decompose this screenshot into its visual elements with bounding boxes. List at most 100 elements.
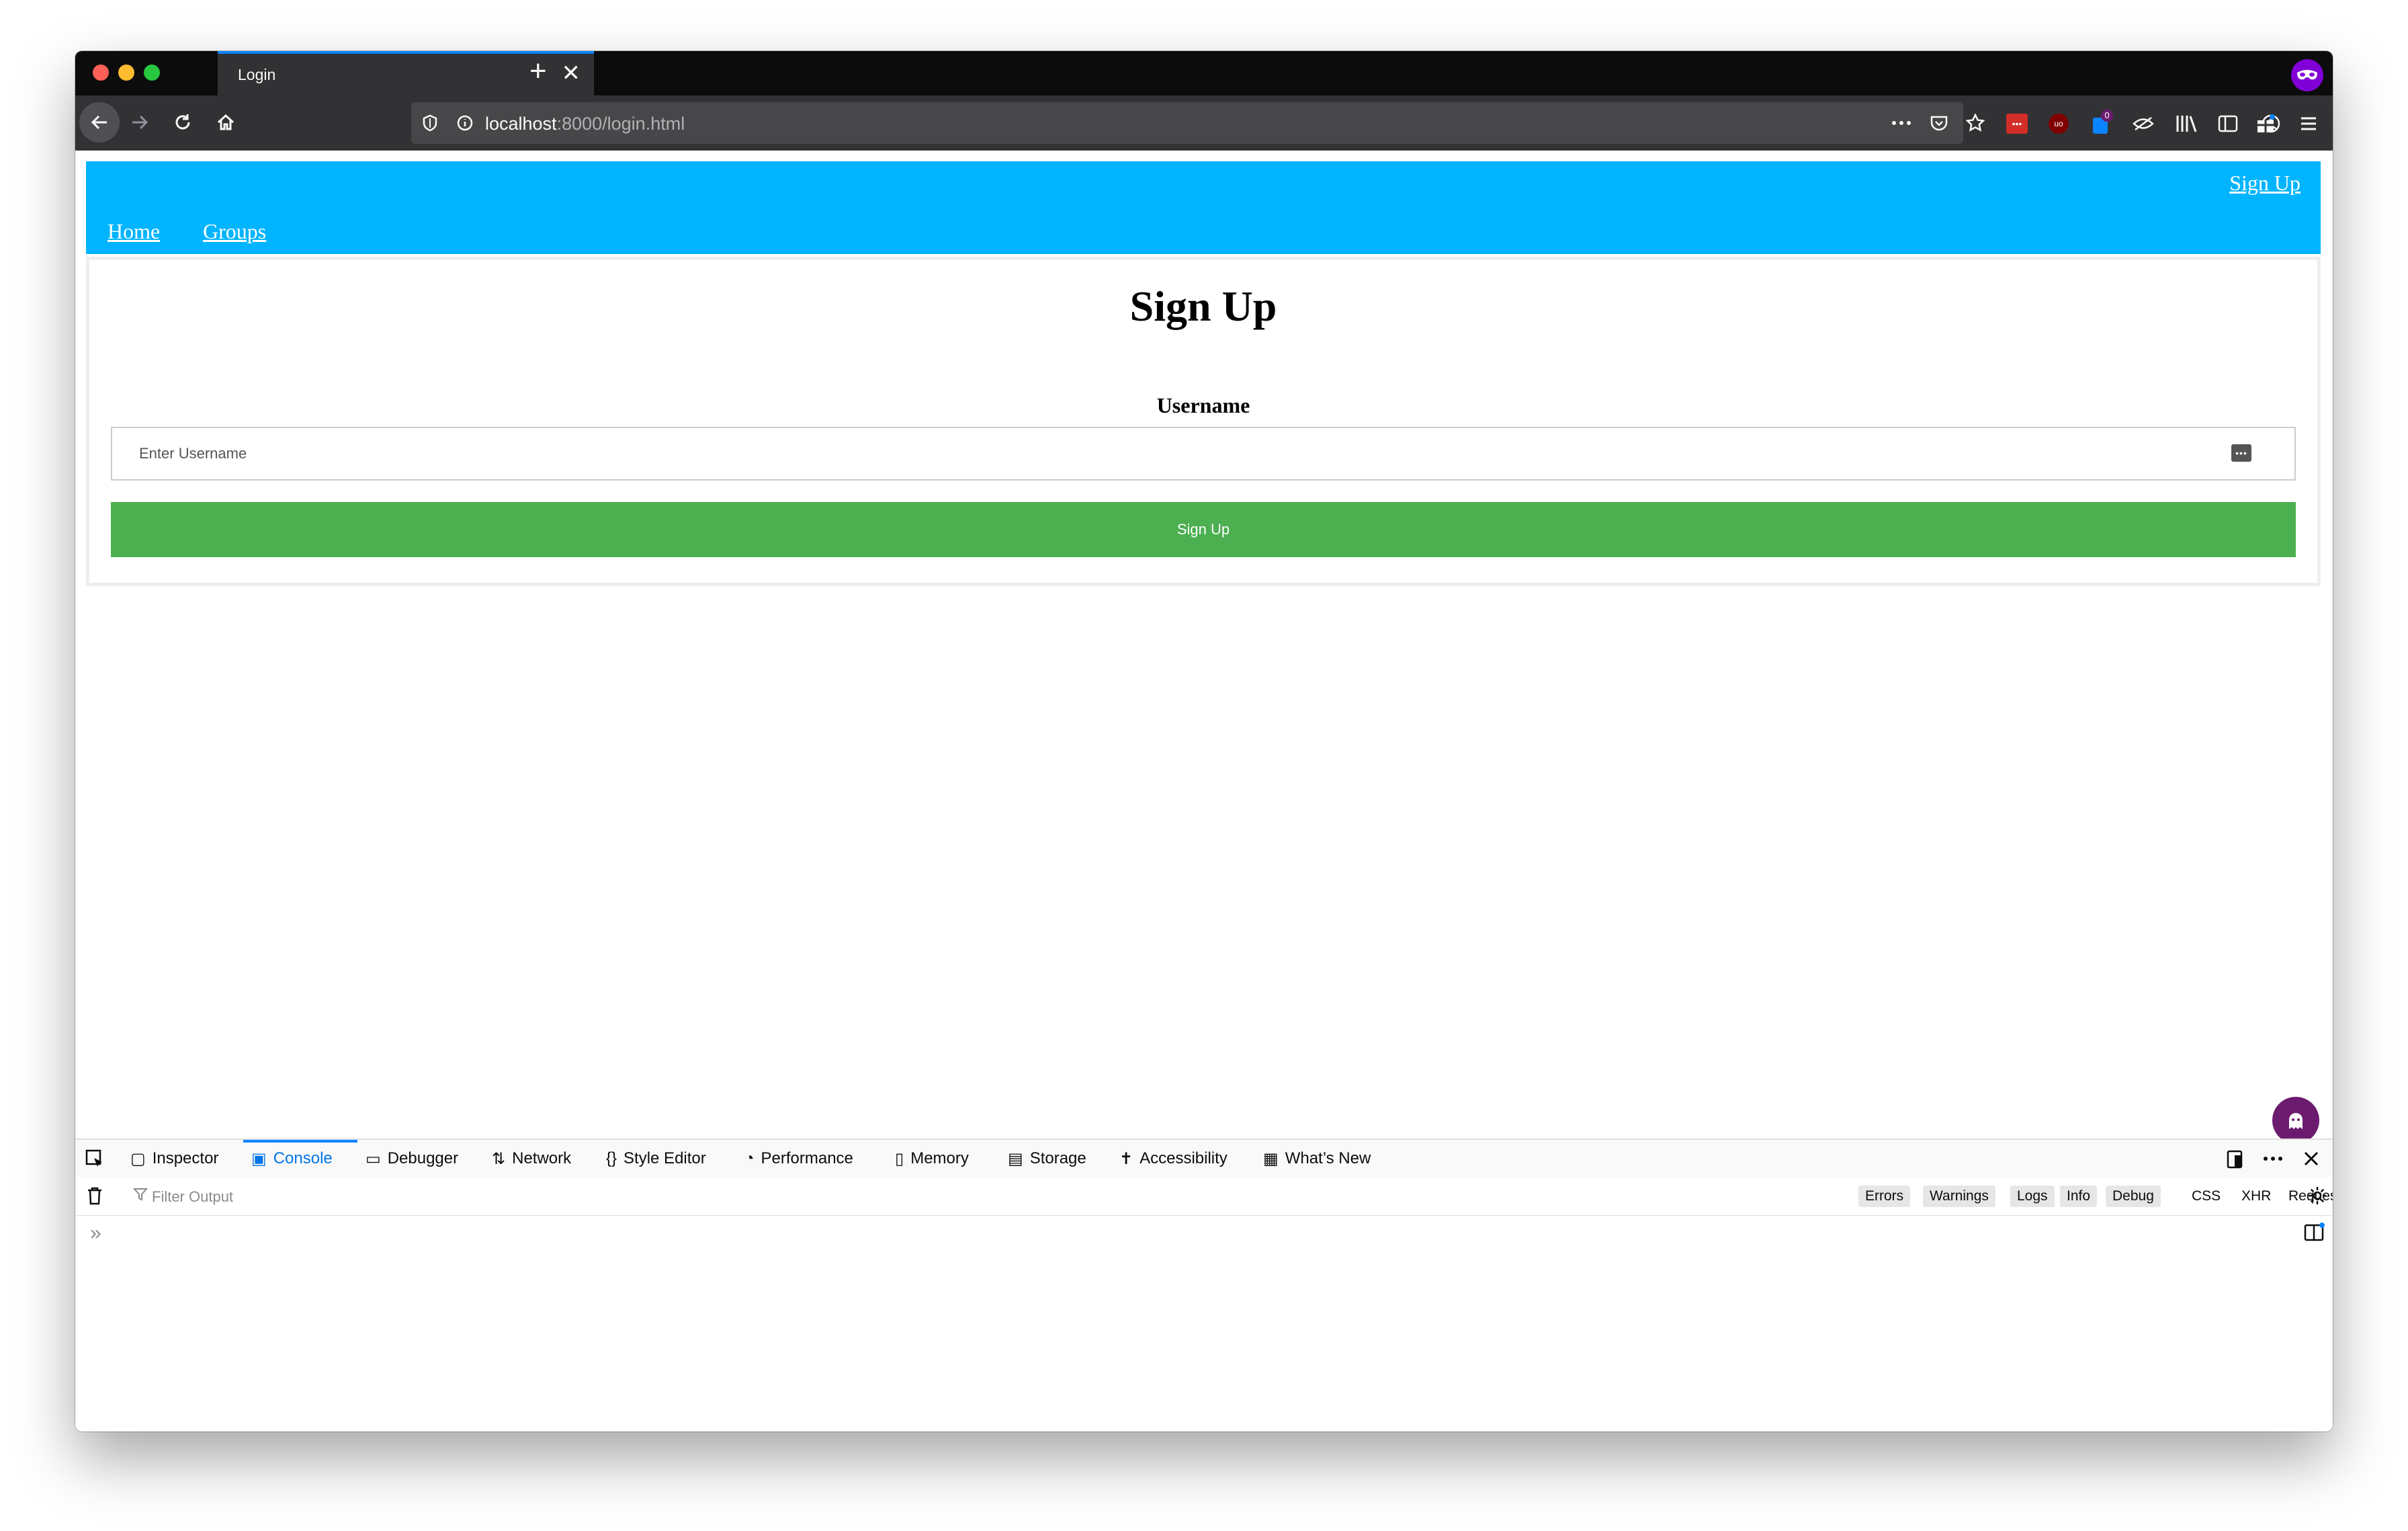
username-input[interactable] xyxy=(112,428,2294,479)
console-settings-button[interactable] xyxy=(2307,1186,2327,1206)
debugger-icon: ▭ xyxy=(366,1149,381,1168)
tab-label: What’s New xyxy=(1285,1149,1371,1167)
filter-debug[interactable]: Debug xyxy=(2106,1186,2161,1207)
tab-close-icon[interactable]: ✕ xyxy=(562,62,581,85)
home-button[interactable] xyxy=(206,102,246,142)
tab-label: Memory xyxy=(910,1149,969,1167)
network-icon: ⇅ xyxy=(492,1149,506,1168)
tab-console[interactable]: ▣ Console xyxy=(251,1140,333,1177)
trash-icon xyxy=(88,1187,101,1205)
element-picker-button[interactable] xyxy=(85,1140,105,1177)
sidebar-toggle-icon[interactable] xyxy=(2216,112,2240,136)
tab-label: Console xyxy=(273,1149,333,1167)
nav-signup-link[interactable]: Sign Up xyxy=(2229,171,2300,196)
gift-icon: ▦ xyxy=(1263,1149,1279,1168)
filter-errors[interactable]: Errors xyxy=(1858,1186,1911,1207)
tab-label: Debugger xyxy=(387,1149,459,1167)
filter-css[interactable]: CSS xyxy=(2185,1186,2227,1207)
editor-mode-icon xyxy=(2304,1223,2325,1241)
reload-button[interactable] xyxy=(163,102,203,142)
tab-memory[interactable]: ▯ Memory xyxy=(895,1140,969,1177)
browser-window: Login ✕ + localhost:8000/login.html ••• … xyxy=(75,51,2333,1432)
tab-title: Login xyxy=(238,66,276,83)
minimize-window-button[interactable] xyxy=(118,65,134,81)
extension-badge-count: 0 xyxy=(2101,110,2113,122)
tab-debugger[interactable]: ▭ Debugger xyxy=(366,1140,458,1177)
filter-icon xyxy=(133,1187,148,1202)
filter-output-input[interactable]: Filter Output xyxy=(152,1188,233,1206)
tab-label: Storage xyxy=(1029,1149,1086,1167)
filter-warnings[interactable]: Warnings xyxy=(1923,1186,1995,1207)
forward-arrow-icon xyxy=(132,115,148,130)
tab-inspector[interactable]: ▢ Inspector xyxy=(130,1140,218,1177)
url-text: localhost:8000/login.html xyxy=(485,114,685,134)
tab-strip: Login ✕ + xyxy=(75,51,2333,95)
memory-icon: ▯ xyxy=(895,1149,904,1168)
ghost-extension-icon[interactable] xyxy=(2272,1097,2319,1144)
devtools-tabbar: ▢ Inspector ▣ Console ▭ Debugger ⇅ Network {… xyxy=(75,1140,2333,1178)
navigation-toolbar: localhost:8000/login.html ••• uo 0 xyxy=(75,95,2333,151)
performance-icon: ◔ xyxy=(744,1149,755,1167)
tab-whats-new[interactable]: ▦ What’s New xyxy=(1263,1140,1371,1177)
devtools-close-button[interactable] xyxy=(2303,1140,2319,1177)
tab-performance[interactable]: ◔ Performance xyxy=(744,1140,853,1177)
hamburger-menu-icon[interactable] xyxy=(2296,112,2321,136)
filter-info[interactable]: Info xyxy=(2060,1186,2098,1207)
close-icon xyxy=(2304,1151,2319,1166)
nav-home-link[interactable]: Home xyxy=(108,219,160,244)
reload-icon xyxy=(175,114,190,130)
console-output[interactable]: » xyxy=(75,1215,2333,1432)
password-manager-icon[interactable]: ••• xyxy=(2231,444,2251,462)
signup-button[interactable]: Sign Up xyxy=(111,502,2296,557)
new-tab-button[interactable]: + xyxy=(529,56,547,86)
extensions-gift-icon[interactable] xyxy=(2253,112,2278,136)
library-icon[interactable] xyxy=(2174,112,2198,136)
close-window-button[interactable] xyxy=(93,65,109,81)
ublock-extension-icon[interactable]: uo xyxy=(2047,112,2071,136)
tab-storage[interactable]: ▤ Storage xyxy=(1008,1140,1086,1177)
back-button[interactable] xyxy=(79,102,120,142)
dock-icon xyxy=(2227,1150,2243,1169)
url-host: localhost xyxy=(485,114,557,134)
dock-options-button[interactable] xyxy=(2225,1140,2244,1177)
bookmark-star-icon[interactable] xyxy=(1963,111,1987,135)
forward-button[interactable] xyxy=(120,102,160,142)
nav-groups-link[interactable]: Groups xyxy=(203,219,266,244)
page-viewport: Sign Up Home Groups Sign Up Username •••… xyxy=(75,151,2333,1144)
filter-logs[interactable]: Logs xyxy=(2010,1186,2055,1207)
page-heading: Sign Up xyxy=(1129,282,1277,330)
extension-badge-icon[interactable]: 0 xyxy=(2090,110,2114,136)
page-actions-icon[interactable] xyxy=(1889,111,1914,135)
username-label: Username xyxy=(1156,393,1250,417)
tab-label: Accessibility xyxy=(1140,1149,1228,1167)
accessibility-icon: ✝ xyxy=(1119,1149,1133,1168)
tab-label: Inspector xyxy=(152,1149,219,1167)
pocket-icon[interactable] xyxy=(1927,111,1951,135)
zoom-window-button[interactable] xyxy=(144,65,160,81)
tab-network[interactable]: ⇅ Network xyxy=(492,1140,571,1177)
site-navbar: Sign Up Home Groups xyxy=(86,161,2321,254)
split-console-button[interactable] xyxy=(2303,1222,2325,1242)
private-browsing-icon xyxy=(2291,59,2323,91)
style-editor-icon: {} xyxy=(606,1149,617,1167)
inspector-icon: ▢ xyxy=(130,1149,146,1168)
url-path: :8000/login.html xyxy=(556,114,685,134)
clear-console-button[interactable] xyxy=(85,1186,105,1206)
filter-xhr[interactable]: XHR xyxy=(2235,1186,2278,1207)
tracking-protection-shield-icon[interactable] xyxy=(418,111,442,135)
tab-style-editor[interactable]: {} Style Editor xyxy=(606,1140,706,1177)
eye-extension-icon[interactable] xyxy=(2131,112,2155,136)
site-info-icon[interactable] xyxy=(453,111,477,135)
tab-label: Network xyxy=(512,1149,572,1167)
url-bar[interactable]: localhost:8000/login.html xyxy=(411,102,1985,144)
more-options-icon xyxy=(2264,1157,2282,1161)
console-icon: ▣ xyxy=(251,1149,267,1168)
lastpass-extension-icon[interactable]: ••• xyxy=(2005,112,2029,136)
tab-accessibility[interactable]: ✝ Accessibility xyxy=(1119,1140,1228,1177)
tab-label: Performance xyxy=(761,1149,853,1167)
devtools-more-button[interactable] xyxy=(2263,1140,2283,1177)
gear-icon xyxy=(2309,1187,2326,1204)
username-field[interactable]: ••• xyxy=(111,427,2296,481)
back-arrow-icon xyxy=(91,115,107,130)
console-prompt-icon: » xyxy=(90,1222,101,1244)
